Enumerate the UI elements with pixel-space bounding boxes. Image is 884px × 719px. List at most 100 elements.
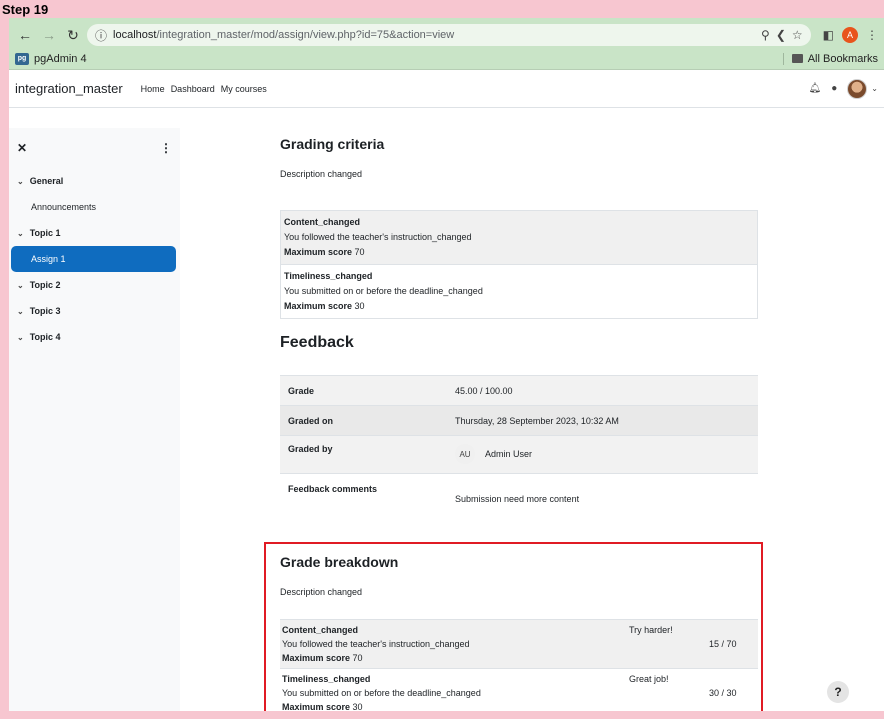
browser-toolbar: ← → ↻ ⓘ localhost/integration_master/mod… [9,22,884,48]
all-bookmarks-label: All Bookmarks [807,52,878,65]
feedback-comments-label: Feedback comments [288,484,378,494]
criterion-row: Content_changed You followed the teacher… [281,211,757,265]
max-score-label: Maximum score [284,301,353,311]
course-section-label: Topic 2 [29,280,61,290]
reload-icon[interactable]: ↻ [63,25,83,45]
grade-breakdown-description: Description changed [280,587,363,597]
chevron-down-icon[interactable]: ⌄ [17,177,24,186]
course-activity-assign-1[interactable]: Assign 1 [11,246,176,272]
max-score-value: 30 [352,702,363,711]
course-activity-announcements[interactable]: Announcements [9,194,180,220]
course-section-label: Topic 1 [29,228,61,238]
site-info-icon[interactable]: ⓘ [95,27,107,44]
max-score-label: Maximum score [282,653,351,663]
breakdown-text: You submitted on or before the deadline_… [282,688,481,698]
grade-value: 45.00 / 100.00 [455,385,513,396]
chevron-down-icon[interactable]: ⌄ [17,229,24,238]
breakdown-title: Timeliness_changed [282,674,371,684]
course-section-label: General [29,176,64,186]
course-section-topic-4[interactable]: ⌄ Topic 4 [9,324,180,350]
chevron-down-icon[interactable]: ⌄ [17,333,24,342]
chat-bubble-icon[interactable]: ● [831,83,837,94]
max-score-value: 70 [352,653,363,663]
max-score-value: 30 [354,301,365,311]
course-section-general[interactable]: ⌄ General [9,168,180,194]
course-section-label: Topic 3 [29,306,61,316]
site-name[interactable]: integration_master [15,81,123,96]
user-avatar[interactable] [847,78,868,99]
url-path: /integration_master/mod/assign/view.php?… [156,29,455,41]
grade-breakdown-table: Content_changed You followed the teacher… [280,619,758,711]
feedback-row-grade: Grade 45.00 / 100.00 [280,375,758,405]
course-section-topic-2[interactable]: ⌄ Topic 2 [9,272,180,298]
feedback-row-comments: Feedback comments Submission need more c… [280,473,758,515]
max-score-label: Maximum score [282,702,351,711]
forward-arrow-icon[interactable]: → [39,25,59,45]
criterion-text: You submitted on or before the deadline_… [284,286,483,296]
breakdown-remark: Try harder! [629,625,673,635]
nav-home[interactable]: Home [141,84,165,94]
graded-on-value: Thursday, 28 September 2023, 10:32 AM [455,415,619,426]
course-section-topic-1[interactable]: ⌄ Topic 1 [9,220,180,246]
browser-window: ← → ↻ ⓘ localhost/integration_master/mod… [9,18,884,711]
zoom-icon[interactable]: ⚲ [761,28,770,42]
course-activity-label: Announcements [31,202,97,212]
grader-avatar: AU [455,444,475,464]
breakdown-score: 15 / 70 [709,623,756,665]
bookmark-star-icon[interactable]: ☆ [792,28,803,42]
nav-dashboard[interactable]: Dashboard [171,84,215,94]
profile-avatar[interactable]: A [842,27,858,43]
share-icon[interactable]: ❮ [776,28,786,42]
feedback-row-graded-on: Graded on Thursday, 28 September 2023, 1… [280,405,758,435]
feedback-row-graded-by: Graded by AU Admin User [280,435,758,473]
graded-by-label: Graded by [288,444,333,454]
bell-icon[interactable]: 🔔︎ [809,83,822,94]
breakdown-score: 30 / 30 [709,672,756,711]
folder-icon [791,54,803,63]
feedback-heading: Feedback [280,334,354,351]
chevron-down-icon[interactable]: ⌄ [17,281,24,290]
breakdown-score-value: 15 / 70 [709,639,737,649]
close-icon[interactable]: ✕ [17,141,27,155]
breakdown-score-value: 30 / 30 [709,688,737,698]
max-score-value: 70 [354,247,365,257]
drawer-kebab-icon[interactable]: ⋮ [160,141,172,155]
url-host: localhost [113,29,157,41]
address-bar[interactable]: ⓘ localhost/integration_master/mod/assig… [87,24,811,46]
menu-kebab-icon[interactable]: ⋮ [866,28,878,42]
grading-criteria-description: Description changed [280,169,363,179]
breakdown-row: Content_changed You followed the teacher… [280,619,758,669]
grade-breakdown-heading: Grade breakdown [280,554,399,570]
chevron-down-icon[interactable]: ⌄ [871,84,878,93]
course-section-topic-3[interactable]: ⌄ Topic 3 [9,298,180,324]
chevron-down-icon[interactable]: ⌄ [17,307,24,316]
feedback-comments-value: Submission need more content [455,494,580,504]
nav-my-courses[interactable]: My courses [221,84,267,94]
bookmark-pgadmin[interactable]: pgAdmin 4 [34,53,87,65]
criterion-title: Content_changed [284,217,361,227]
bookmarks-bar: pg pgAdmin 4 All Bookmarks [9,48,884,70]
help-button[interactable]: ? [827,681,849,703]
side-panel-icon[interactable]: ◧ [823,28,834,42]
pgadmin-icon: pg [15,52,29,65]
breakdown-row: Timeliness_changed You submitted on or b… [280,669,758,711]
breakdown-title: Content_changed [282,625,359,635]
grading-criteria-heading: Grading criteria [280,136,385,152]
criterion-text: You followed the teacher's instruction_c… [284,232,472,242]
course-index-drawer: ✕ ⋮ ⌄ General Announcements ⌄ Topic 1 As… [9,128,180,711]
moodle-navbar: integration_master Home Dashboard My cou… [9,70,884,108]
course-section-label: Topic 4 [29,332,61,342]
criterion-row: Timeliness_changed You submitted on or b… [281,265,757,318]
main-content: Grading criteria Description changed Con… [180,128,884,711]
max-score-label: Maximum score [284,247,353,257]
grading-criteria-table: Content_changed You followed the teacher… [280,210,758,319]
all-bookmarks-button[interactable]: All Bookmarks [782,52,878,65]
breakdown-remark: Great job! [629,674,669,684]
feedback-table: Grade 45.00 / 100.00 Graded on Thursday,… [280,375,758,515]
graded-on-label: Graded on [288,415,334,426]
grader-name: Admin User [485,449,533,459]
course-activity-label: Assign 1 [31,254,66,264]
breakdown-text: You followed the teacher's instruction_c… [282,639,470,649]
back-arrow-icon[interactable]: ← [15,25,35,45]
grade-label: Grade [288,385,315,396]
